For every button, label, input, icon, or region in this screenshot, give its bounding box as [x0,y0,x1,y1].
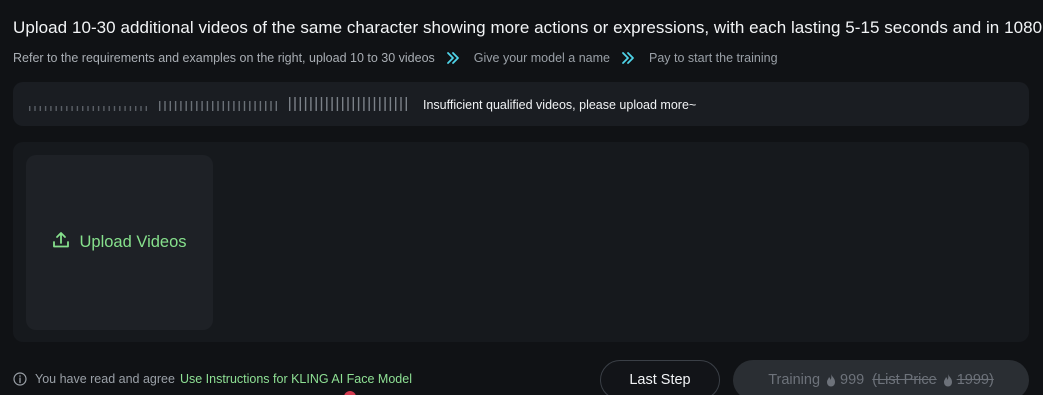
meter-tick [185,101,187,111]
double-chevron-right-icon [621,51,635,65]
meter-tick [190,101,193,111]
meter-tick [299,97,301,111]
info-icon [13,372,27,386]
meter-tick [71,106,73,111]
meter-tick [97,106,100,111]
meter-tick [227,101,230,111]
step-upload-videos: Refer to the requirements and examples o… [13,51,435,65]
meter-tick [405,97,407,111]
meter-tick [145,106,147,111]
instructions-link[interactable]: Use Instructions for KLING AI Face Model [180,372,412,386]
meter-tick [294,97,296,111]
list-price-label: (List Price [872,372,937,388]
meter-tick [265,101,267,111]
meter-tick [320,97,323,111]
meter-tick [310,97,312,111]
meter-tick [174,101,177,111]
meter-tick [400,97,402,111]
status-message: Insufficient qualified videos, please up… [423,98,697,112]
meter-tick [140,106,142,111]
meter-tick [368,97,370,111]
meter-tick [384,97,386,111]
meter-tick [363,97,365,111]
meter-tick [103,106,105,111]
meter-tick [87,106,89,111]
training-upload-page: Upload 10-30 additional videos of the sa… [0,0,1043,395]
step-name-model: Give your model a name [473,51,610,65]
upload-videos-label: Upload Videos [79,233,187,251]
meter-tick [39,106,41,111]
meter-tick [180,101,182,111]
last-step-button[interactable]: Last Step [600,360,720,395]
meter-tick [357,97,360,111]
meter-tick [373,97,376,111]
meter-tick [60,106,63,111]
meter-tick [159,101,161,111]
meter-tick [113,106,116,111]
meter-tick [243,101,246,111]
list-price: (List Price 1999) [872,372,994,388]
flame-icon [827,374,836,387]
meter-tick [238,101,240,111]
meter-tick [201,101,203,111]
meter-tick [270,101,272,111]
meter-tick [29,106,31,111]
video-status-bar: Insufficient qualified videos, please up… [13,82,1029,126]
step-breadcrumb: Refer to the requirements and examples o… [13,51,778,65]
flame-icon [943,374,952,387]
upload-videos-button[interactable]: Upload Videos [26,155,213,330]
meter-tick [164,101,166,111]
meter-tick [289,97,291,111]
meter-tick [196,101,198,111]
meter-tick [275,101,277,111]
meter-tick [304,97,307,111]
training-button[interactable]: Training 999 (List Price 1999) [733,360,1029,395]
video-upload-area: Upload Videos [13,142,1029,342]
meter-tick [352,97,354,111]
meter-tick [249,101,251,111]
meter-tick [92,106,94,111]
step-pay-training: Pay to start the training [648,51,778,65]
meter-tick [315,97,317,111]
meter-tick [254,101,256,111]
meter-tick [331,97,333,111]
meter-tick [212,101,214,111]
list-price-value: 1999) [956,372,994,388]
meter-tick [379,97,381,111]
training-price: 999 [840,372,865,388]
meter-tick [76,106,79,111]
meter-tick [326,97,328,111]
upload-icon [52,231,70,254]
meter-tick [50,106,52,111]
meter-tick [108,106,110,111]
page-title: Upload 10-30 additional videos of the sa… [13,18,1043,37]
meter-tick [124,106,126,111]
meter-tick [217,101,219,111]
meter-tick [119,106,121,111]
double-chevron-right-icon [446,51,460,65]
meter-tick [82,106,84,111]
meter-tick [34,106,36,111]
agreement-text: You have read and agree [35,372,175,386]
meter-tick [233,101,235,111]
meter-tick [55,106,57,111]
meter-tick [169,101,171,111]
training-label: Training [768,372,821,388]
meter-tick [222,101,224,111]
meter-tick [206,101,209,111]
meter-tick [135,106,137,111]
meter-tick [389,97,392,111]
meter-tick [44,106,47,111]
agreement-note: You have read and agree Use Instructions… [13,372,412,386]
meter-tick [336,97,339,111]
meter-tick [342,97,344,111]
meter-tick [66,106,68,111]
video-count-meter [29,97,407,111]
meter-tick [347,97,349,111]
notification-dot [344,391,356,395]
meter-tick [259,101,262,111]
meter-tick [129,106,132,111]
meter-tick [395,97,397,111]
